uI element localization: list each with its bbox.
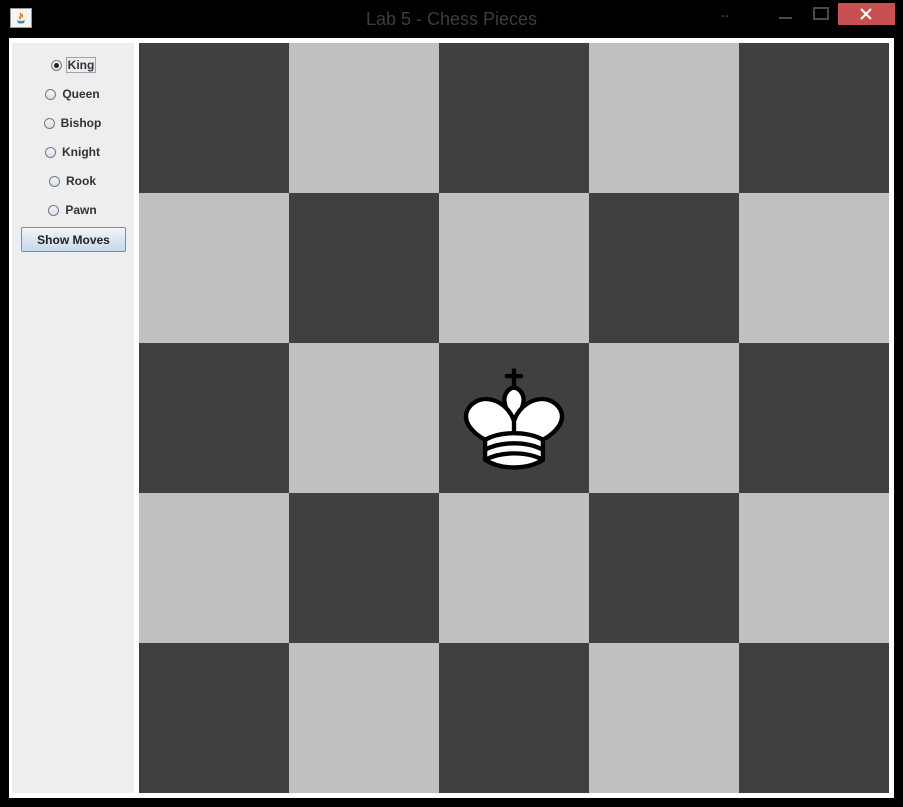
radio-king[interactable]: King bbox=[12, 55, 134, 75]
minimize-icon bbox=[779, 17, 792, 19]
board-square[interactable] bbox=[589, 493, 739, 643]
white-king-icon[interactable] bbox=[449, 353, 579, 483]
window-title: Lab 5 - Chess Pieces bbox=[365, 9, 538, 29]
board-square[interactable] bbox=[289, 343, 439, 493]
radio-button-icon[interactable] bbox=[45, 146, 56, 158]
board-square[interactable] bbox=[289, 43, 439, 193]
app-window: Lab 5 - Chess Pieces ↔ King Queen Bishop… bbox=[0, 0, 903, 807]
close-icon bbox=[860, 8, 872, 20]
board-square[interactable] bbox=[139, 643, 289, 793]
title-bar[interactable]: Lab 5 - Chess Pieces ↔ bbox=[0, 0, 903, 38]
board-square[interactable] bbox=[139, 193, 289, 343]
board-square[interactable] bbox=[439, 643, 589, 793]
board-square[interactable] bbox=[139, 343, 289, 493]
radio-pawn[interactable]: Pawn bbox=[12, 200, 134, 220]
radio-button-icon[interactable] bbox=[49, 175, 60, 187]
radio-label: King bbox=[65, 57, 97, 73]
board-square[interactable] bbox=[589, 193, 739, 343]
minimize-button[interactable] bbox=[770, 2, 802, 24]
radio-label: Knight bbox=[62, 145, 100, 159]
radio-label: Queen bbox=[62, 87, 100, 101]
board-square[interactable] bbox=[739, 43, 889, 193]
board-square[interactable] bbox=[289, 193, 439, 343]
board-square[interactable] bbox=[439, 193, 589, 343]
radio-button-icon[interactable] bbox=[48, 204, 60, 216]
radio-label: Pawn bbox=[65, 203, 97, 217]
maximize-icon bbox=[813, 7, 829, 20]
radio-rook[interactable]: Rook bbox=[12, 171, 134, 191]
board-square[interactable] bbox=[739, 193, 889, 343]
board-square[interactable] bbox=[439, 43, 589, 193]
board-square[interactable] bbox=[589, 643, 739, 793]
chess-board bbox=[139, 43, 889, 793]
radio-button-icon[interactable] bbox=[45, 88, 57, 100]
radio-knight[interactable]: Knight bbox=[12, 142, 134, 162]
close-button[interactable] bbox=[838, 3, 895, 25]
radio-bishop[interactable]: Bishop bbox=[12, 113, 134, 133]
board-square[interactable] bbox=[289, 643, 439, 793]
board-square[interactable] bbox=[739, 493, 889, 643]
board-square[interactable] bbox=[439, 343, 589, 493]
board-square[interactable] bbox=[589, 43, 739, 193]
maximize-button[interactable] bbox=[804, 2, 836, 24]
board-square[interactable] bbox=[289, 493, 439, 643]
board-square[interactable] bbox=[739, 343, 889, 493]
board-square[interactable] bbox=[139, 43, 289, 193]
radio-label: Bishop bbox=[60, 116, 102, 130]
resize-arrows-icon[interactable]: ↔ bbox=[716, 6, 734, 22]
radio-queen[interactable]: Queen bbox=[12, 84, 134, 104]
board-square[interactable] bbox=[439, 493, 589, 643]
show-moves-button[interactable]: Show Moves bbox=[21, 227, 126, 252]
board-square[interactable] bbox=[139, 493, 289, 643]
radio-button-icon[interactable] bbox=[43, 117, 55, 129]
radio-label: Rook bbox=[66, 174, 96, 188]
board-square[interactable] bbox=[739, 643, 889, 793]
piece-selector-panel: King Queen Bishop Knight Rook Pawn Show … bbox=[12, 43, 134, 793]
board-square[interactable] bbox=[589, 343, 739, 493]
radio-button-icon[interactable] bbox=[50, 59, 62, 71]
client-area: King Queen Bishop Knight Rook Pawn Show … bbox=[9, 38, 894, 798]
